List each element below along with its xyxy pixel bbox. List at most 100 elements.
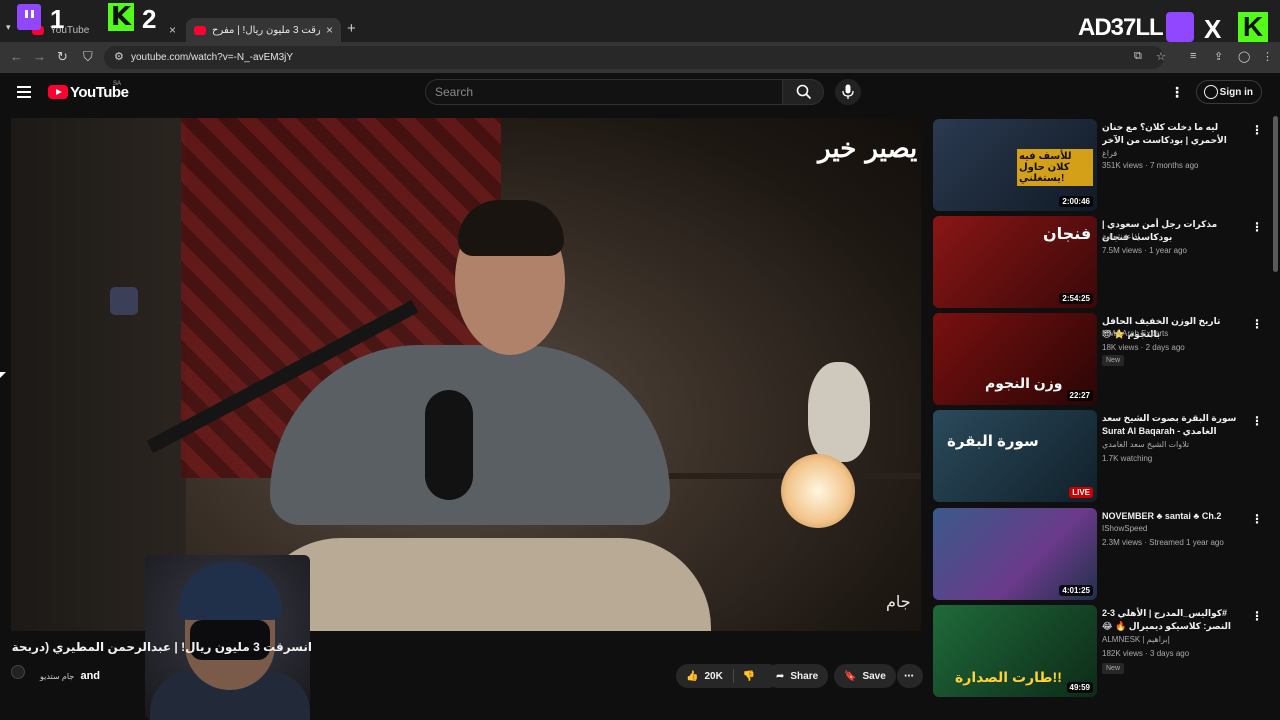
new-badge: New — [1102, 663, 1125, 674]
share-icon: ➦ — [776, 670, 785, 682]
country-code: SA — [113, 81, 122, 87]
recommendation-meta: 1.7K watching — [1102, 454, 1153, 463]
recommendation-item[interactable]: سورة البقرة LIVE سورة البقرة بصوت الشيخ … — [933, 410, 1263, 502]
save-label: Save — [862, 670, 886, 682]
duration-badge: 22:27 — [1066, 390, 1093, 401]
recommendation-menu-icon[interactable]: ⋮ — [1251, 317, 1263, 331]
duration-badge: 4:01:25 — [1059, 585, 1093, 596]
recommendation-channel[interactable]: MMA Arab Experts — [1102, 329, 1168, 338]
recommendation-menu-icon[interactable]: ⋮ — [1251, 609, 1263, 623]
recommendation-menu-icon[interactable]: ⋮ — [1251, 220, 1263, 234]
channel-corner-logo: جام — [886, 594, 911, 611]
bookmark-icon: 🔖 — [844, 670, 857, 682]
duration-badge: 2:54:25 — [1059, 293, 1093, 304]
search-input[interactable] — [425, 79, 783, 105]
live-badge: LIVE — [1069, 487, 1093, 498]
recommendation-item[interactable]: فنجان 2:54:25 مذكرات رجل أمن سعودي | بود… — [933, 216, 1263, 308]
more-actions-button[interactable]: ⋯ — [897, 664, 923, 688]
youtube-logo-icon[interactable] — [48, 85, 68, 99]
tab-video[interactable]: انسرقت 3 مليون ريال! | مفرح × — [186, 18, 341, 42]
channel-name: and — [80, 670, 101, 682]
share-label: Share — [790, 670, 819, 682]
x-logo-icon: X — [1204, 14, 1222, 44]
recommendation-menu-icon[interactable]: ⋮ — [1251, 123, 1263, 137]
recommendation-title[interactable]: NOVEMBER ♣ santai ♣ Ch.2 — [1102, 510, 1242, 523]
microphone-icon — [842, 84, 854, 99]
new-tab-button[interactable]: + — [347, 20, 356, 37]
extensions-icon[interactable]: ≡ — [1190, 50, 1196, 62]
sign-in-label: Sign in — [1219, 86, 1253, 98]
voice-search-button[interactable] — [835, 79, 861, 105]
recommendation-meta: 18K views · 2 days ago — [1102, 343, 1185, 352]
dislike-icon[interactable]: 👎 — [743, 671, 755, 682]
site-settings-icon[interactable]: ⚙ — [114, 50, 124, 63]
shield-icon[interactable]: ⛉ — [83, 49, 93, 65]
recommendation-item[interactable]: 4:01:25 NOVEMBER ♣ santai ♣ Ch.2 IShowSp… — [933, 508, 1263, 600]
reload-icon[interactable]: ↻ — [57, 49, 68, 65]
tab-search-icon[interactable]: ▾ — [6, 22, 11, 33]
podcast-microphone — [425, 390, 473, 500]
sign-in-button[interactable]: Sign in — [1196, 80, 1262, 104]
recommendation-item[interactable]: وزن النجوم 22:27 تاريخ الوزن الخفيف الحا… — [933, 313, 1263, 405]
save-button[interactable]: 🔖 Save — [834, 664, 896, 688]
recommendation-channel[interactable]: فراغ — [1102, 149, 1117, 158]
recommendation-menu-icon[interactable]: ⋮ — [1251, 512, 1263, 526]
recommendation-menu-icon[interactable]: ⋮ — [1251, 414, 1263, 428]
recommendation-meta: 182K views · 3 days ago — [1102, 649, 1190, 658]
recommendation-title[interactable]: #كواليس_المدرج | الأهلي 3-2 النصر: كلاسي… — [1102, 607, 1242, 633]
close-tab-icon[interactable]: × — [326, 23, 333, 37]
more-icon: ⋯ — [904, 670, 914, 682]
url-text[interactable]: youtube.com/watch?v=-N_-avEM3jY — [131, 52, 293, 63]
tab-youtube[interactable]: YouTube × — [24, 18, 184, 42]
back-icon[interactable]: ← — [10, 49, 23, 64]
video-thumbnail[interactable]: للأسف فيه كلان حاول يستغلني! 2:00:46 — [933, 119, 1097, 211]
channel-avatar[interactable] — [11, 665, 25, 679]
recommendation-channel[interactable]: IShowSpeed — [1102, 524, 1147, 533]
video-thumbnail[interactable]: طارت الصدارة!! 49:59 — [933, 605, 1097, 697]
kick-logo-icon: K — [108, 3, 134, 31]
like-count[interactable]: 20K — [704, 671, 722, 682]
user-icon — [1204, 85, 1218, 99]
profile-icon[interactable]: ◯ — [1238, 50, 1250, 63]
search-icon — [796, 84, 812, 100]
podcast-watermark: يصير خير — [818, 134, 918, 164]
share-button[interactable]: ➦ Share — [766, 664, 829, 688]
like-dislike-group: 👍 20K 👎 — [676, 664, 780, 688]
recommendation-item[interactable]: طارت الصدارة!! 49:59 #كواليس_المدرج | ال… — [933, 605, 1263, 697]
recommendation-title[interactable]: سورة البقرة بصوت الشيخ سعد الغامدي - Sur… — [1102, 412, 1242, 438]
install-icon[interactable]: ⧉ — [1134, 50, 1142, 63]
bookmark-star-icon[interactable]: ☆ — [1156, 50, 1166, 63]
browser-menu-icon[interactable]: ⋮ — [1262, 50, 1273, 63]
twitch-logo-icon — [17, 4, 41, 30]
mouse-cursor-icon — [0, 372, 6, 378]
channel-info[interactable]: جام ستديو and — [40, 670, 100, 682]
recommendation-title[interactable]: ليه ما دخلت كلان؟ مع حنان الأحمري | بودك… — [1102, 121, 1242, 147]
twitch-logo-icon — [1166, 12, 1194, 42]
forward-icon[interactable]: → — [33, 49, 46, 64]
overlay-count-1: 1 — [50, 4, 65, 34]
channel-sub: جام ستديو — [40, 672, 75, 681]
recommendation-channel[interactable]: تلاوات الشيخ سعد الغامدي — [1102, 440, 1189, 449]
streamer-name: AD37LL — [1078, 14, 1164, 41]
search-button[interactable] — [782, 79, 824, 105]
overlay-count-2: 2 — [142, 4, 157, 34]
video-thumbnail[interactable]: 4:01:25 — [933, 508, 1097, 600]
recommendation-meta: 7.5M views · 1 year ago — [1102, 246, 1187, 255]
recommendation-item[interactable]: للأسف فيه كلان حاول يستغلني! 2:00:46 ليه… — [933, 119, 1263, 211]
tab-label: انسرقت 3 مليون ريال! | مفرح — [212, 24, 320, 36]
video-thumbnail[interactable]: وزن النجوم 22:27 — [933, 313, 1097, 405]
video-thumbnail[interactable]: فنجان 2:54:25 — [933, 216, 1097, 308]
like-icon[interactable]: 👍 — [686, 671, 698, 682]
menu-icon[interactable] — [17, 86, 31, 88]
close-tab-icon[interactable]: × — [169, 23, 176, 37]
recommendation-meta: 351K views · 7 months ago — [1102, 161, 1199, 170]
duration-badge: 49:59 — [1066, 682, 1093, 693]
video-thumbnail[interactable]: سورة البقرة LIVE — [933, 410, 1097, 502]
scrollbar[interactable] — [1273, 116, 1278, 272]
youtube-favicon-icon — [194, 25, 206, 35]
new-badge: New — [1102, 355, 1125, 366]
recommendation-channel[interactable]: إذاعة ثمانية — [1102, 232, 1140, 241]
settings-more-icon[interactable]: ⋮ — [1170, 84, 1184, 101]
share-page-icon[interactable]: ⇪ — [1214, 50, 1223, 63]
recommendation-channel[interactable]: ALMNESK | إبراهيم — [1102, 635, 1170, 644]
